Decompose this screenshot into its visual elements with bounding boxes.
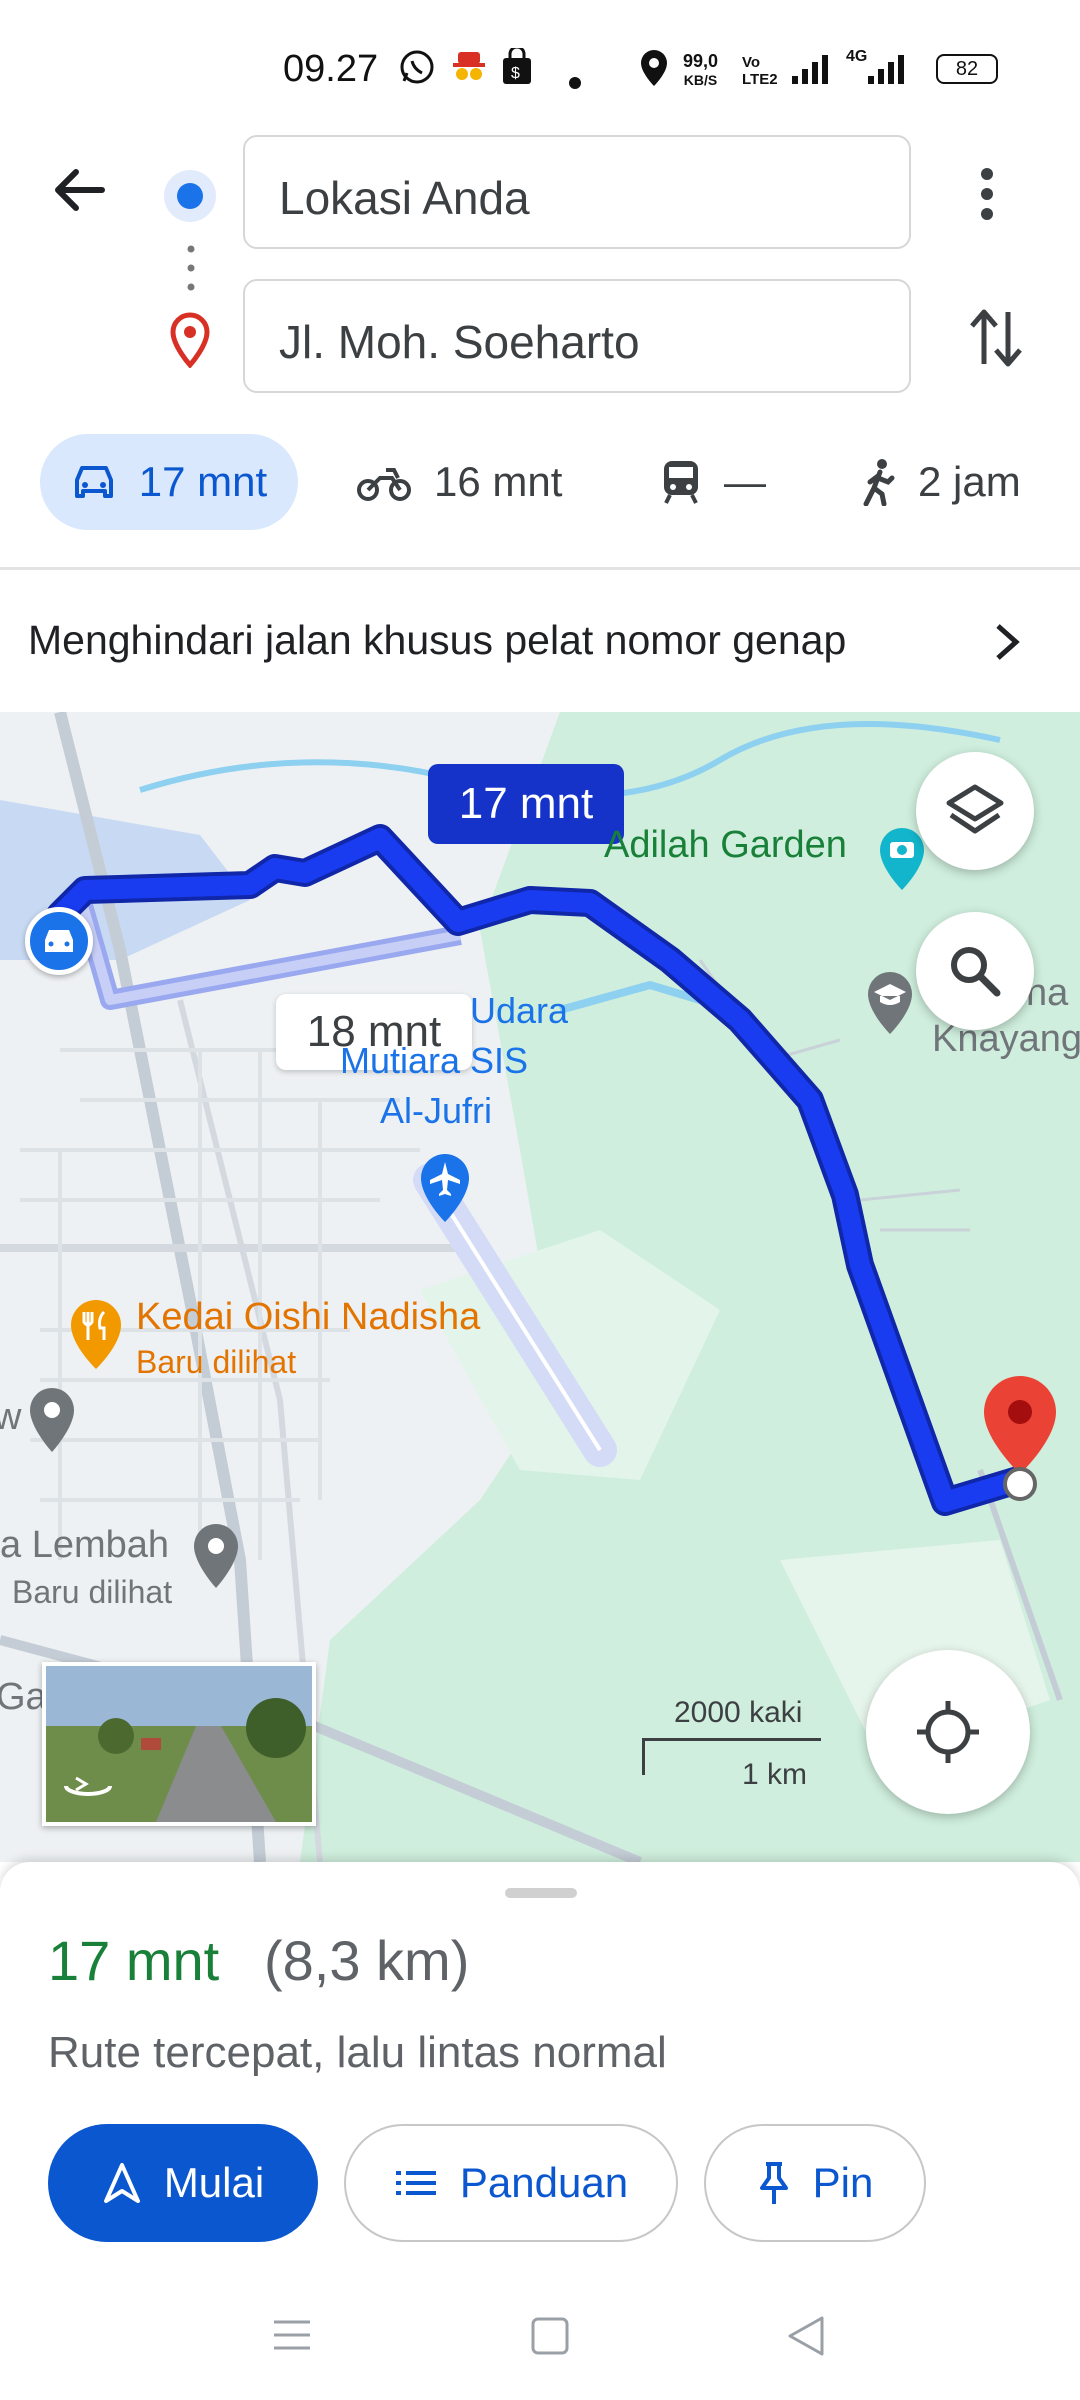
net-speed-unit: KB/S [683, 72, 718, 88]
tab-car-label: 17 mnt [138, 458, 268, 505]
guide-button[interactable]: Panduan [344, 2124, 678, 2242]
net-speed-value: 99,0 [683, 51, 719, 71]
airport-pin-icon[interactable] [416, 1150, 474, 1231]
battery-level: 82 [955, 57, 979, 80]
square-icon [531, 2317, 569, 2355]
destination-marker-icon[interactable] [978, 1372, 1062, 1507]
my-location-button[interactable] [866, 1650, 1030, 1814]
swap-button[interactable] [966, 306, 1026, 375]
map-label-airport-3: Al-Jufri [380, 1090, 493, 1131]
map-label-airport-1: Udara [470, 990, 569, 1031]
divider [0, 567, 1080, 570]
train-icon [664, 461, 698, 504]
location-icon [638, 48, 670, 97]
origin-field[interactable]: Lokasi Anda [243, 135, 911, 249]
arrow-back-icon [55, 169, 105, 211]
tab-motorcycle[interactable]: 16 mnt [356, 434, 562, 530]
route-time-badge[interactable]: 17 mnt [428, 764, 624, 844]
list-icon [395, 2171, 436, 2195]
tab-walk[interactable]: 2 jam [862, 434, 1021, 530]
signal-4g-icon [866, 52, 910, 95]
start-button[interactable]: Mulai [48, 2124, 318, 2242]
restaurant-pin-icon[interactable] [66, 1296, 126, 1377]
status-bar: 09.27 $ 99,0 KB/S Vo LTE2 4G 82 [0, 0, 1080, 130]
map-label-lembah-sub: Baru dilihat [12, 1574, 173, 1610]
more-options-button[interactable] [974, 164, 1000, 229]
car-icon [74, 466, 113, 498]
incognito-icon [450, 48, 488, 95]
map-label-garden: Adilah Garden [604, 824, 847, 866]
start-button-label: Mulai [163, 2159, 265, 2206]
net-speed: 99,0 KB/S [683, 52, 718, 90]
tab-transit-label: — [724, 458, 766, 505]
current-location-car-icon [25, 907, 93, 975]
pin-button-label: Pin [812, 2159, 874, 2206]
chevron-right-icon [996, 624, 1020, 660]
signal-icon [790, 52, 834, 95]
map-label-airport-2: Mutiara SIS [340, 1040, 529, 1081]
street-view-image [46, 1666, 312, 1822]
destination-text: Jl. Moh. Soeharto [279, 316, 640, 368]
tab-walk-label: 2 jam [918, 458, 1021, 505]
walk-icon [863, 459, 895, 506]
scale-feet: 2000 kaki [674, 1696, 803, 1729]
more-vert-icon [981, 168, 993, 220]
battery-icon: 82 [936, 54, 998, 84]
banner-text: Menghindari jalan khusus pelat nomor gen… [28, 617, 847, 663]
clock: 09.27 [283, 48, 379, 90]
navigation-arrow-icon [103, 2163, 140, 2203]
guide-button-label: Panduan [459, 2159, 629, 2206]
origin-dot-icon [162, 168, 218, 229]
search-icon [951, 947, 1001, 997]
triangle-back-icon [788, 2316, 824, 2356]
volte-label: Vo LTE2 [742, 54, 778, 88]
tab-transit[interactable]: — [660, 434, 766, 530]
drag-handle[interactable] [505, 1888, 577, 1898]
place-pin-icon-2[interactable] [188, 1520, 244, 1597]
network-type: 4G [846, 48, 868, 65]
menu-icon [274, 2320, 310, 2350]
place-pin-icon[interactable] [24, 1384, 80, 1461]
destination-pin-icon [168, 312, 212, 373]
whatsapp-icon [398, 48, 436, 95]
scale-km: 1 km [742, 1758, 808, 1791]
map-label-restaurant-sub: Baru dilihat [136, 1344, 297, 1380]
route-dots [186, 244, 196, 299]
search-button[interactable] [916, 912, 1034, 1030]
school-pin-icon[interactable] [862, 968, 918, 1043]
origin-text: Lokasi Anda [279, 172, 530, 224]
map-label-restaurant: Kedai Oishi Nadisha [136, 1296, 481, 1338]
layers-icon [946, 784, 1004, 834]
shopping-bag-icon: $ [500, 45, 534, 95]
pushpin-icon [759, 2162, 788, 2204]
tab-car[interactable]: 17 mnt [40, 434, 298, 530]
back-button[interactable] [50, 160, 110, 225]
route-time-badge-text: 17 mnt [458, 779, 594, 828]
route-description: Rute tercepat, lalu lintas normal [48, 2028, 667, 2077]
route-duration: 17 mnt [48, 1929, 220, 1992]
route-distance: (8,3 km) [264, 1929, 470, 1992]
back-nav-button[interactable] [786, 2314, 826, 2363]
destination-field[interactable]: Jl. Moh. Soeharto [243, 279, 911, 393]
swap-vert-icon [970, 309, 1022, 367]
my-location-icon [917, 1701, 979, 1763]
dot-icon [568, 60, 582, 99]
tab-motorcycle-label: 16 mnt [434, 458, 563, 505]
svg-text:$: $ [511, 65, 520, 82]
pin-button[interactable]: Pin [704, 2124, 926, 2242]
map-label-w: w [0, 1396, 22, 1438]
motorcycle-icon [357, 468, 411, 501]
map-view[interactable]: 17 mnt 18 mnt Adilah Garden Udara Mutiar… [0, 712, 1080, 1862]
home-button[interactable] [530, 2316, 570, 2361]
route-options-banner[interactable]: Menghindari jalan khusus pelat nomor gen… [0, 572, 1080, 712]
map-label-lembah: a Lembah [0, 1524, 170, 1566]
recent-apps-button[interactable] [272, 2318, 312, 2357]
street-view-thumbnail[interactable] [42, 1662, 316, 1826]
layers-button[interactable] [916, 752, 1034, 870]
